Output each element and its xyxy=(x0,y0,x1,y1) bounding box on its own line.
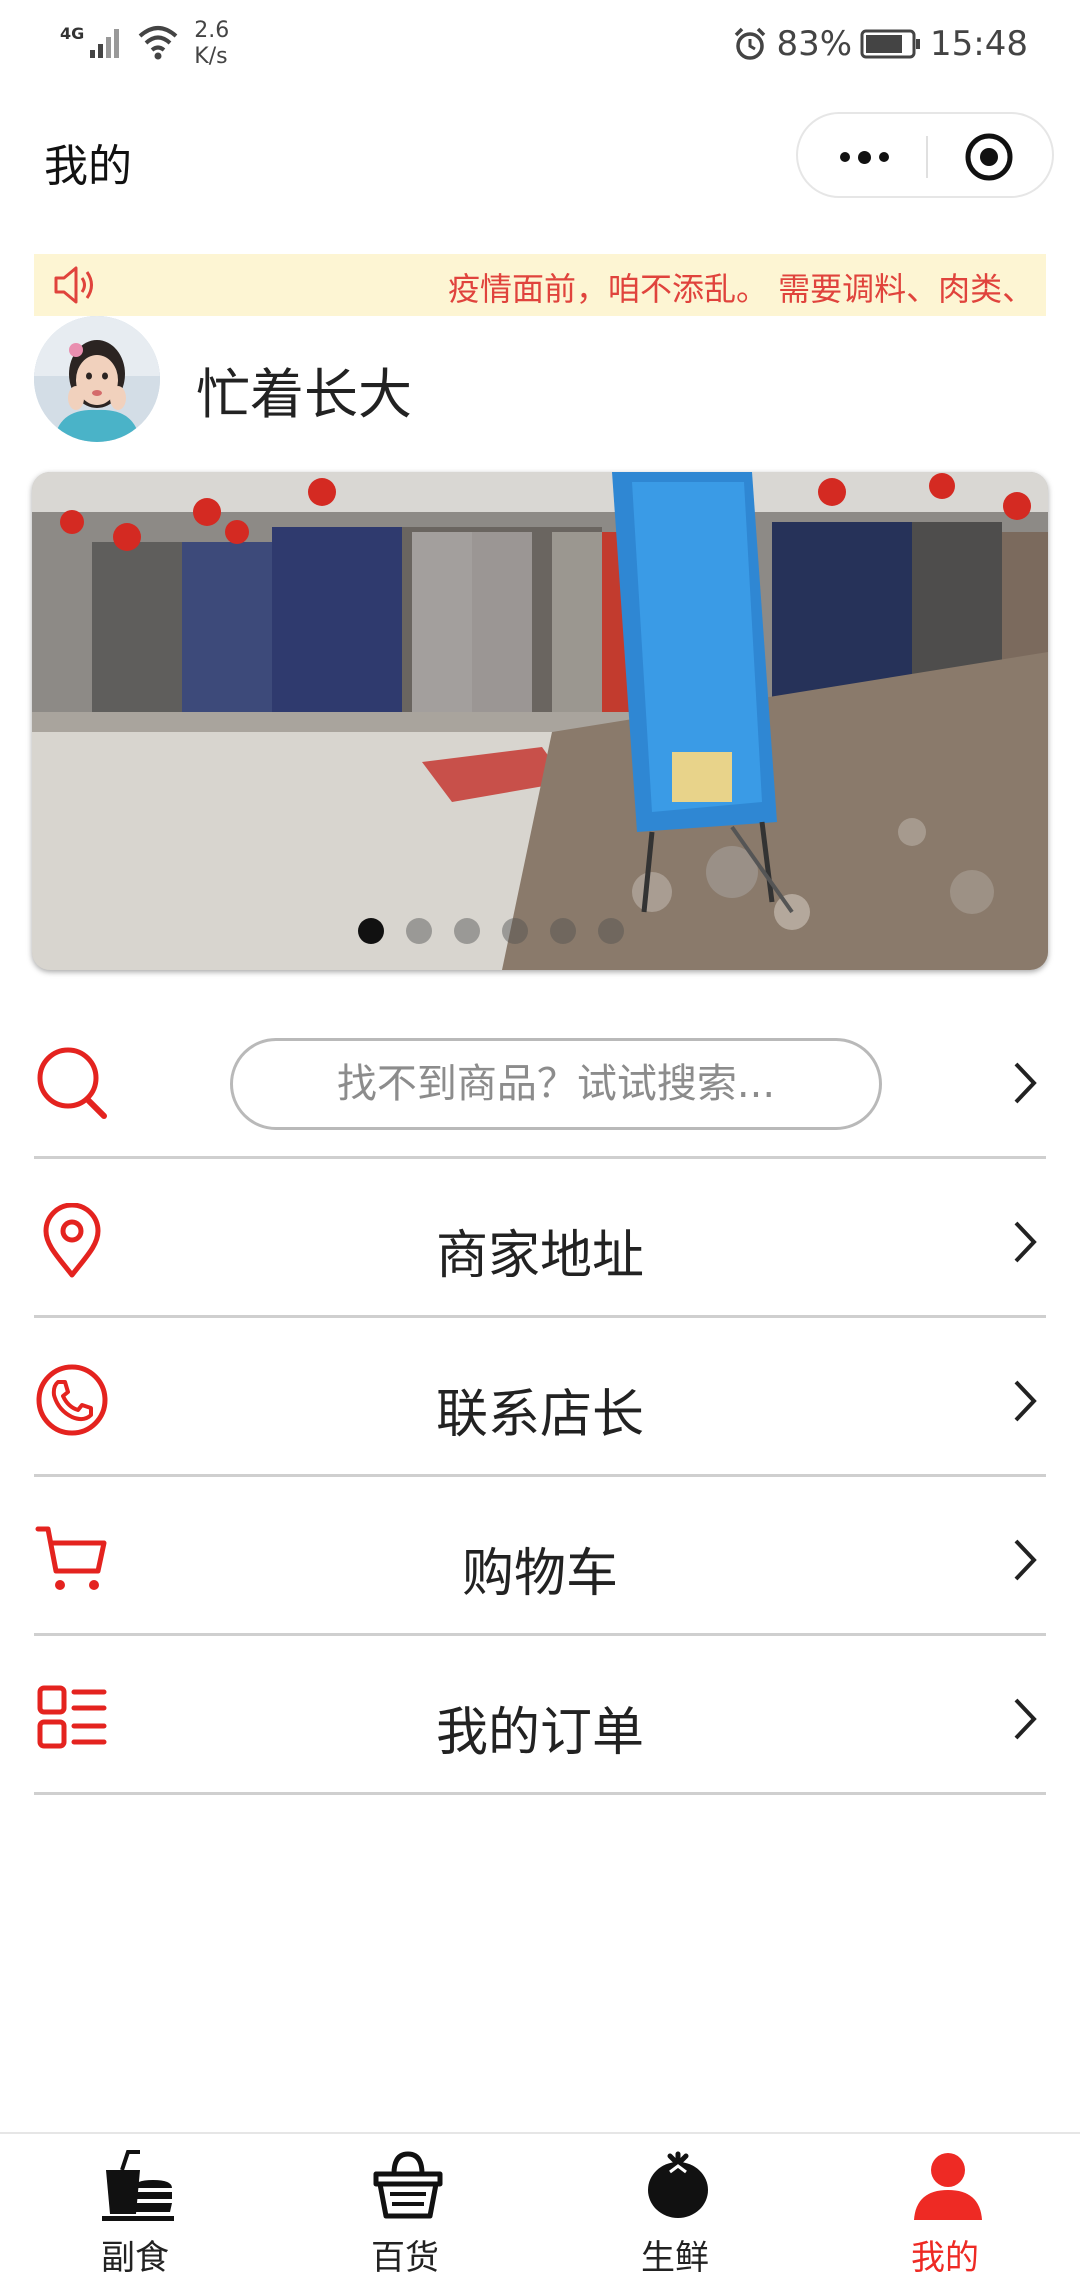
network-type: 4G xyxy=(60,24,85,43)
status-bar-right: 83% 15:48 xyxy=(732,24,1028,64)
tab-bar: 副食 百货 生鲜 我的 xyxy=(0,2132,1080,2280)
tab-label: 副食 xyxy=(101,2238,169,2278)
tab-mine[interactable]: 我的 xyxy=(810,2134,1080,2282)
battery-percent: 83% xyxy=(776,24,853,64)
signal-icon xyxy=(90,29,120,58)
snack-drink-icon xyxy=(102,2150,174,2221)
menu-item-orders[interactable]: 我的订单 xyxy=(34,1636,1046,1795)
menu-item-address[interactable]: 商家地址 xyxy=(34,1159,1046,1318)
alarm-icon xyxy=(735,27,766,60)
menu-item-label: 购物车 xyxy=(461,1544,618,1604)
tab-snacks[interactable]: 副食 xyxy=(0,2134,270,2282)
banner-image xyxy=(32,472,1048,970)
carousel-dot[interactable] xyxy=(550,918,576,944)
tab-label: 我的 xyxy=(911,2238,979,2278)
search-input[interactable] xyxy=(230,1038,882,1130)
carousel-dot[interactable] xyxy=(454,918,480,944)
search-icon xyxy=(37,1047,107,1119)
more-options-button[interactable] xyxy=(826,136,902,178)
wifi-icon xyxy=(138,26,178,60)
notice-bar[interactable]: 疫情面前，咱不添乱。 需要调料、肉类、 xyxy=(34,254,1046,316)
speaker-icon xyxy=(54,266,93,304)
title-bar: 我的 xyxy=(0,92,1080,222)
notice-text: 疫情面前，咱不添乱。 需要调料、肉类、 xyxy=(448,270,1035,308)
search-row[interactable] xyxy=(34,1000,1046,1159)
menu-item-label: 我的订单 xyxy=(435,1703,644,1763)
miniprogram-capsule xyxy=(796,112,1054,198)
chevron-right-icon xyxy=(1014,1698,1037,1740)
clock: 15:48 xyxy=(930,24,1028,64)
status-bar: 4G 2.6 K/s 83% 15:48 xyxy=(0,0,1080,92)
tomato-icon xyxy=(648,2151,708,2218)
tab-fresh[interactable]: 生鲜 xyxy=(540,2134,810,2282)
carousel-dot[interactable] xyxy=(598,918,624,944)
carousel-dot[interactable] xyxy=(406,918,432,944)
chevron-right-icon xyxy=(1014,1221,1037,1263)
carousel-dot-active[interactable] xyxy=(358,918,384,944)
tab-general-goods[interactable]: 百货 xyxy=(270,2134,540,2282)
battery-icon xyxy=(860,29,921,59)
tab-label: 百货 xyxy=(371,2238,439,2278)
chevron-right-icon xyxy=(1014,1539,1037,1581)
carousel-dot[interactable] xyxy=(502,918,528,944)
chevron-right-icon xyxy=(1014,1062,1037,1104)
banner-carousel[interactable] xyxy=(32,472,1048,970)
user-nickname: 忙着长大 xyxy=(196,363,412,426)
avatar-image xyxy=(34,316,160,442)
tab-label: 生鲜 xyxy=(641,2238,709,2278)
page-title: 我的 xyxy=(44,141,132,192)
menu-item-label: 商家地址 xyxy=(435,1226,644,1286)
chevron-right-icon xyxy=(1014,1380,1037,1422)
close-miniprogram-icon[interactable] xyxy=(964,132,1014,182)
carousel-indicator xyxy=(32,918,1048,944)
menu-item-contact[interactable]: 联系店长 xyxy=(34,1318,1046,1477)
capsule-divider xyxy=(926,136,928,178)
menu-item-label: 联系店长 xyxy=(435,1385,644,1445)
avatar[interactable] xyxy=(34,316,160,442)
status-bar-left: 4G 2.6 K/s xyxy=(60,18,229,70)
basket-icon xyxy=(373,2151,443,2219)
network-speed: 2.6 K/s xyxy=(194,18,230,69)
menu-item-cart[interactable]: 购物车 xyxy=(34,1477,1046,1636)
user-icon xyxy=(914,2153,982,2220)
